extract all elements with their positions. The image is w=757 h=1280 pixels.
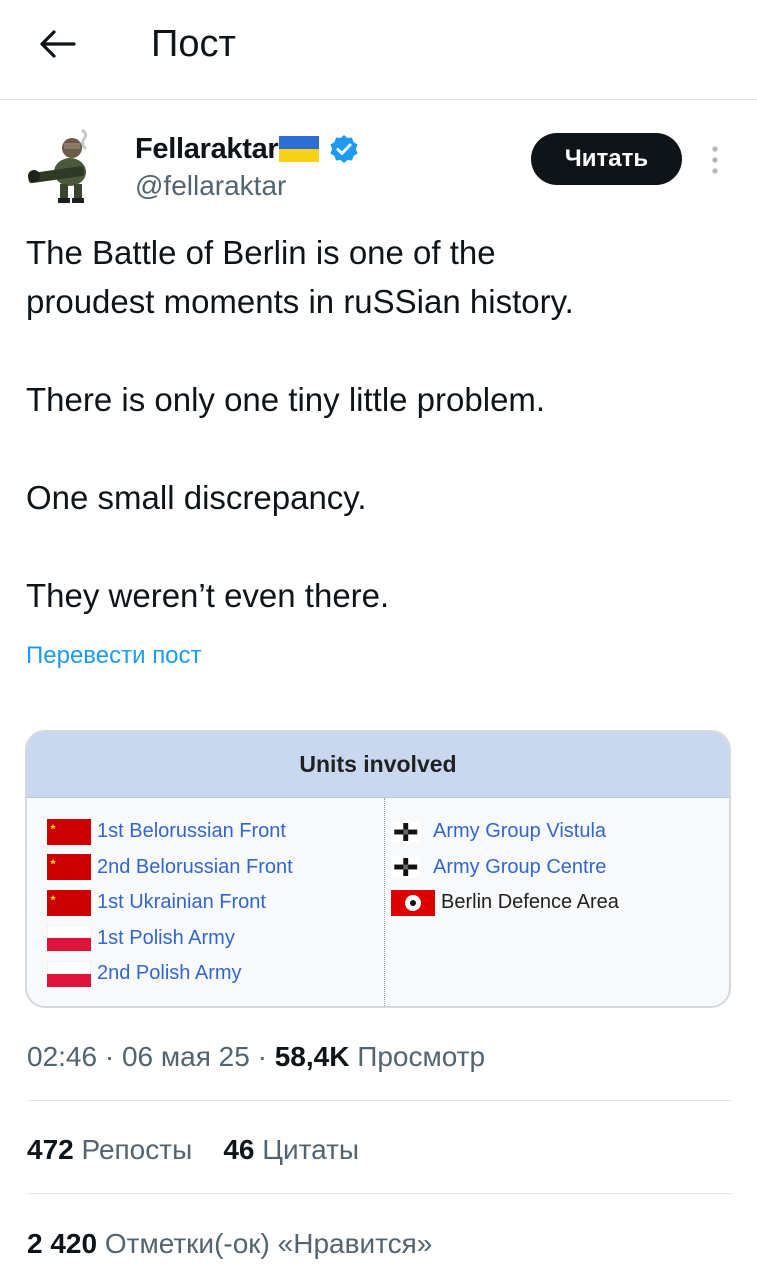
unit-label[interactable]: Army Group Centre <box>433 856 606 879</box>
unit-row: 1st Belorussian Front <box>47 814 293 850</box>
quotes-count: 46 <box>223 1134 255 1165</box>
more-vertical-icon <box>712 146 718 174</box>
reposts-label: Репосты <box>81 1134 193 1165</box>
soviet-flag-icon <box>47 854 91 881</box>
post-text-line: There is only one tiny little problem. <box>26 381 546 418</box>
column-divider <box>384 798 385 1006</box>
post-text-line: proudest moments in ruSSian history. <box>26 283 574 320</box>
likes-stats: 2 420 Отметки(-ок) «Нравится» <box>27 1224 432 1264</box>
unit-row: 1st Ukrainian Front <box>47 885 293 921</box>
arrow-left-icon <box>40 30 76 58</box>
translate-post-link[interactable]: Перевести пост <box>26 640 202 672</box>
units-table-title: Units involved <box>27 732 729 798</box>
unit-label[interactable]: 2nd Polish Army <box>97 962 242 985</box>
unit-row: 1st Polish Army <box>47 921 293 957</box>
avatar[interactable] <box>24 124 108 208</box>
top-bar: Пост <box>0 0 757 100</box>
unit-label[interactable]: Army Group Vistula <box>433 820 606 843</box>
likes-label: Отметки(-ок) «Нравится» <box>104 1228 433 1259</box>
unit-row: Berlin Defence Area <box>391 885 619 921</box>
post-meta: 02:46 · 06 мая 25 · 58,4K Просмотр <box>27 1037 485 1077</box>
likes-stat[interactable]: 2 420 Отметки(-ок) «Нравится» <box>27 1224 432 1264</box>
war-ensign-flag-icon <box>391 821 421 843</box>
post-text-line: One small discrepancy. <box>26 479 367 516</box>
unit-row: 2nd Belorussian Front <box>47 850 293 886</box>
author-handle[interactable]: @fellaraktar <box>135 169 286 203</box>
post-text-line: The Battle of Berlin is one of the <box>26 234 496 271</box>
views-count: 58,4K <box>274 1041 350 1072</box>
post-text-line: They weren’t even there. <box>26 577 390 614</box>
author-name-row[interactable]: Fellaraktar <box>135 131 359 167</box>
unit-row: Army Group Centre <box>391 850 619 886</box>
post-date[interactable]: 06 мая 25 <box>122 1041 250 1072</box>
engagement-stats: 472 Репосты 46 Цитаты <box>27 1130 359 1170</box>
back-button[interactable] <box>30 22 86 66</box>
meta-separator: · <box>249 1041 275 1072</box>
quotes-stat[interactable]: 46 Цитаты <box>223 1130 359 1170</box>
soviet-flag-icon <box>47 889 91 916</box>
more-options-button[interactable] <box>700 140 730 180</box>
war-ensign-flag-icon <box>391 856 421 878</box>
divider <box>27 1193 731 1194</box>
unit-label[interactable]: 1st Belorussian Front <box>97 820 286 843</box>
polish-flag-icon <box>47 960 91 987</box>
post-time[interactable]: 02:46 <box>27 1041 97 1072</box>
unit-label[interactable]: Berlin Defence Area <box>441 891 619 914</box>
unit-row: 2nd Polish Army <box>47 956 293 992</box>
quotes-label: Цитаты <box>262 1134 360 1165</box>
ukraine-flag-icon <box>279 136 320 162</box>
unit-label[interactable]: 1st Ukrainian Front <box>97 891 266 914</box>
unit-label[interactable]: 2nd Belorussian Front <box>97 856 293 879</box>
meta-separator: · <box>97 1041 122 1072</box>
author-name[interactable]: Fellaraktar <box>135 131 279 167</box>
unit-row: Army Group Vistula <box>391 814 619 850</box>
reposts-count: 472 <box>27 1134 74 1165</box>
soviet-flag-icon <box>47 818 91 845</box>
divider <box>27 1100 731 1101</box>
post-image[interactable]: Units involved 1st Belorussian Front 2nd… <box>25 730 731 1008</box>
follow-button[interactable]: Читать <box>531 133 682 185</box>
allied-units-column: 1st Belorussian Front 2nd Belorussian Fr… <box>47 814 293 992</box>
polish-flag-icon <box>47 925 91 952</box>
verified-badge-icon <box>330 135 358 163</box>
unit-label[interactable]: 1st Polish Army <box>97 927 235 950</box>
page-title: Пост <box>151 23 236 65</box>
likes-count: 2 420 <box>27 1228 98 1259</box>
units-table-body: 1st Belorussian Front 2nd Belorussian Fr… <box>27 798 729 1006</box>
red-banner-flag-icon <box>391 889 435 916</box>
reposts-stat[interactable]: 472 Репосты <box>27 1130 192 1170</box>
post-text: The Battle of Berlin is one of the proud… <box>26 228 736 620</box>
views-label: Просмотр <box>357 1041 486 1072</box>
axis-units-column: Army Group Vistula Army Group Centre Ber… <box>391 814 619 921</box>
